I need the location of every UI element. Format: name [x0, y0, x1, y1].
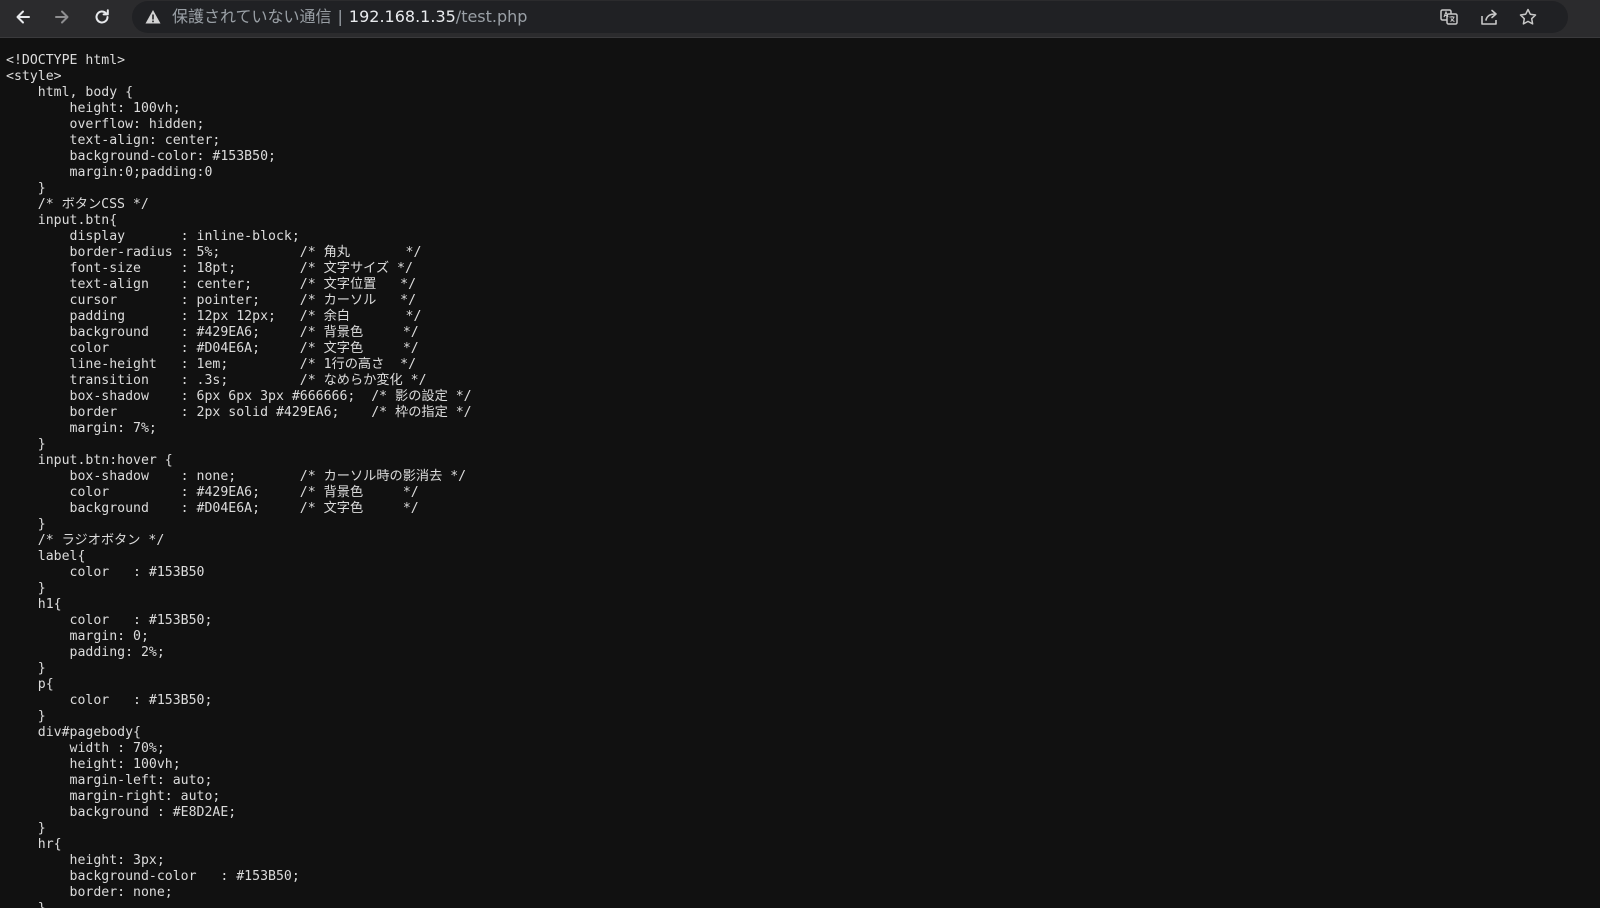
warning-triangle-icon[interactable] [144, 8, 162, 26]
translate-button[interactable] [1437, 5, 1461, 29]
address-bar[interactable]: 保護されていない通信 | 192.168.1.35/test.php [132, 1, 1568, 33]
star-icon [1519, 8, 1537, 25]
browser-toolbar: 保護されていない通信 | 192.168.1.35/test.php [0, 0, 1600, 38]
page-source-text: <!DOCTYPE html> <style> html, body { hei… [6, 53, 472, 908]
reload-button[interactable] [87, 2, 117, 32]
translate-icon [1440, 9, 1458, 25]
forward-arrow-icon [55, 10, 69, 24]
forward-button[interactable] [47, 2, 77, 32]
address-separator: | [337, 7, 343, 26]
url-path: /test.php [455, 7, 528, 26]
address-text[interactable]: 保護されていない通信 | 192.168.1.35/test.php [172, 1, 527, 33]
back-button[interactable] [8, 2, 38, 32]
bookmark-button[interactable] [1516, 5, 1540, 29]
page-content: <!DOCTYPE html> <style> html, body { hei… [0, 39, 1600, 908]
share-button[interactable] [1477, 5, 1501, 29]
share-icon [1481, 9, 1497, 25]
security-label: 保護されていない通信 [172, 7, 332, 26]
reload-icon [95, 9, 109, 24]
url-host: 192.168.1.35 [348, 7, 456, 26]
back-arrow-icon [16, 10, 30, 24]
